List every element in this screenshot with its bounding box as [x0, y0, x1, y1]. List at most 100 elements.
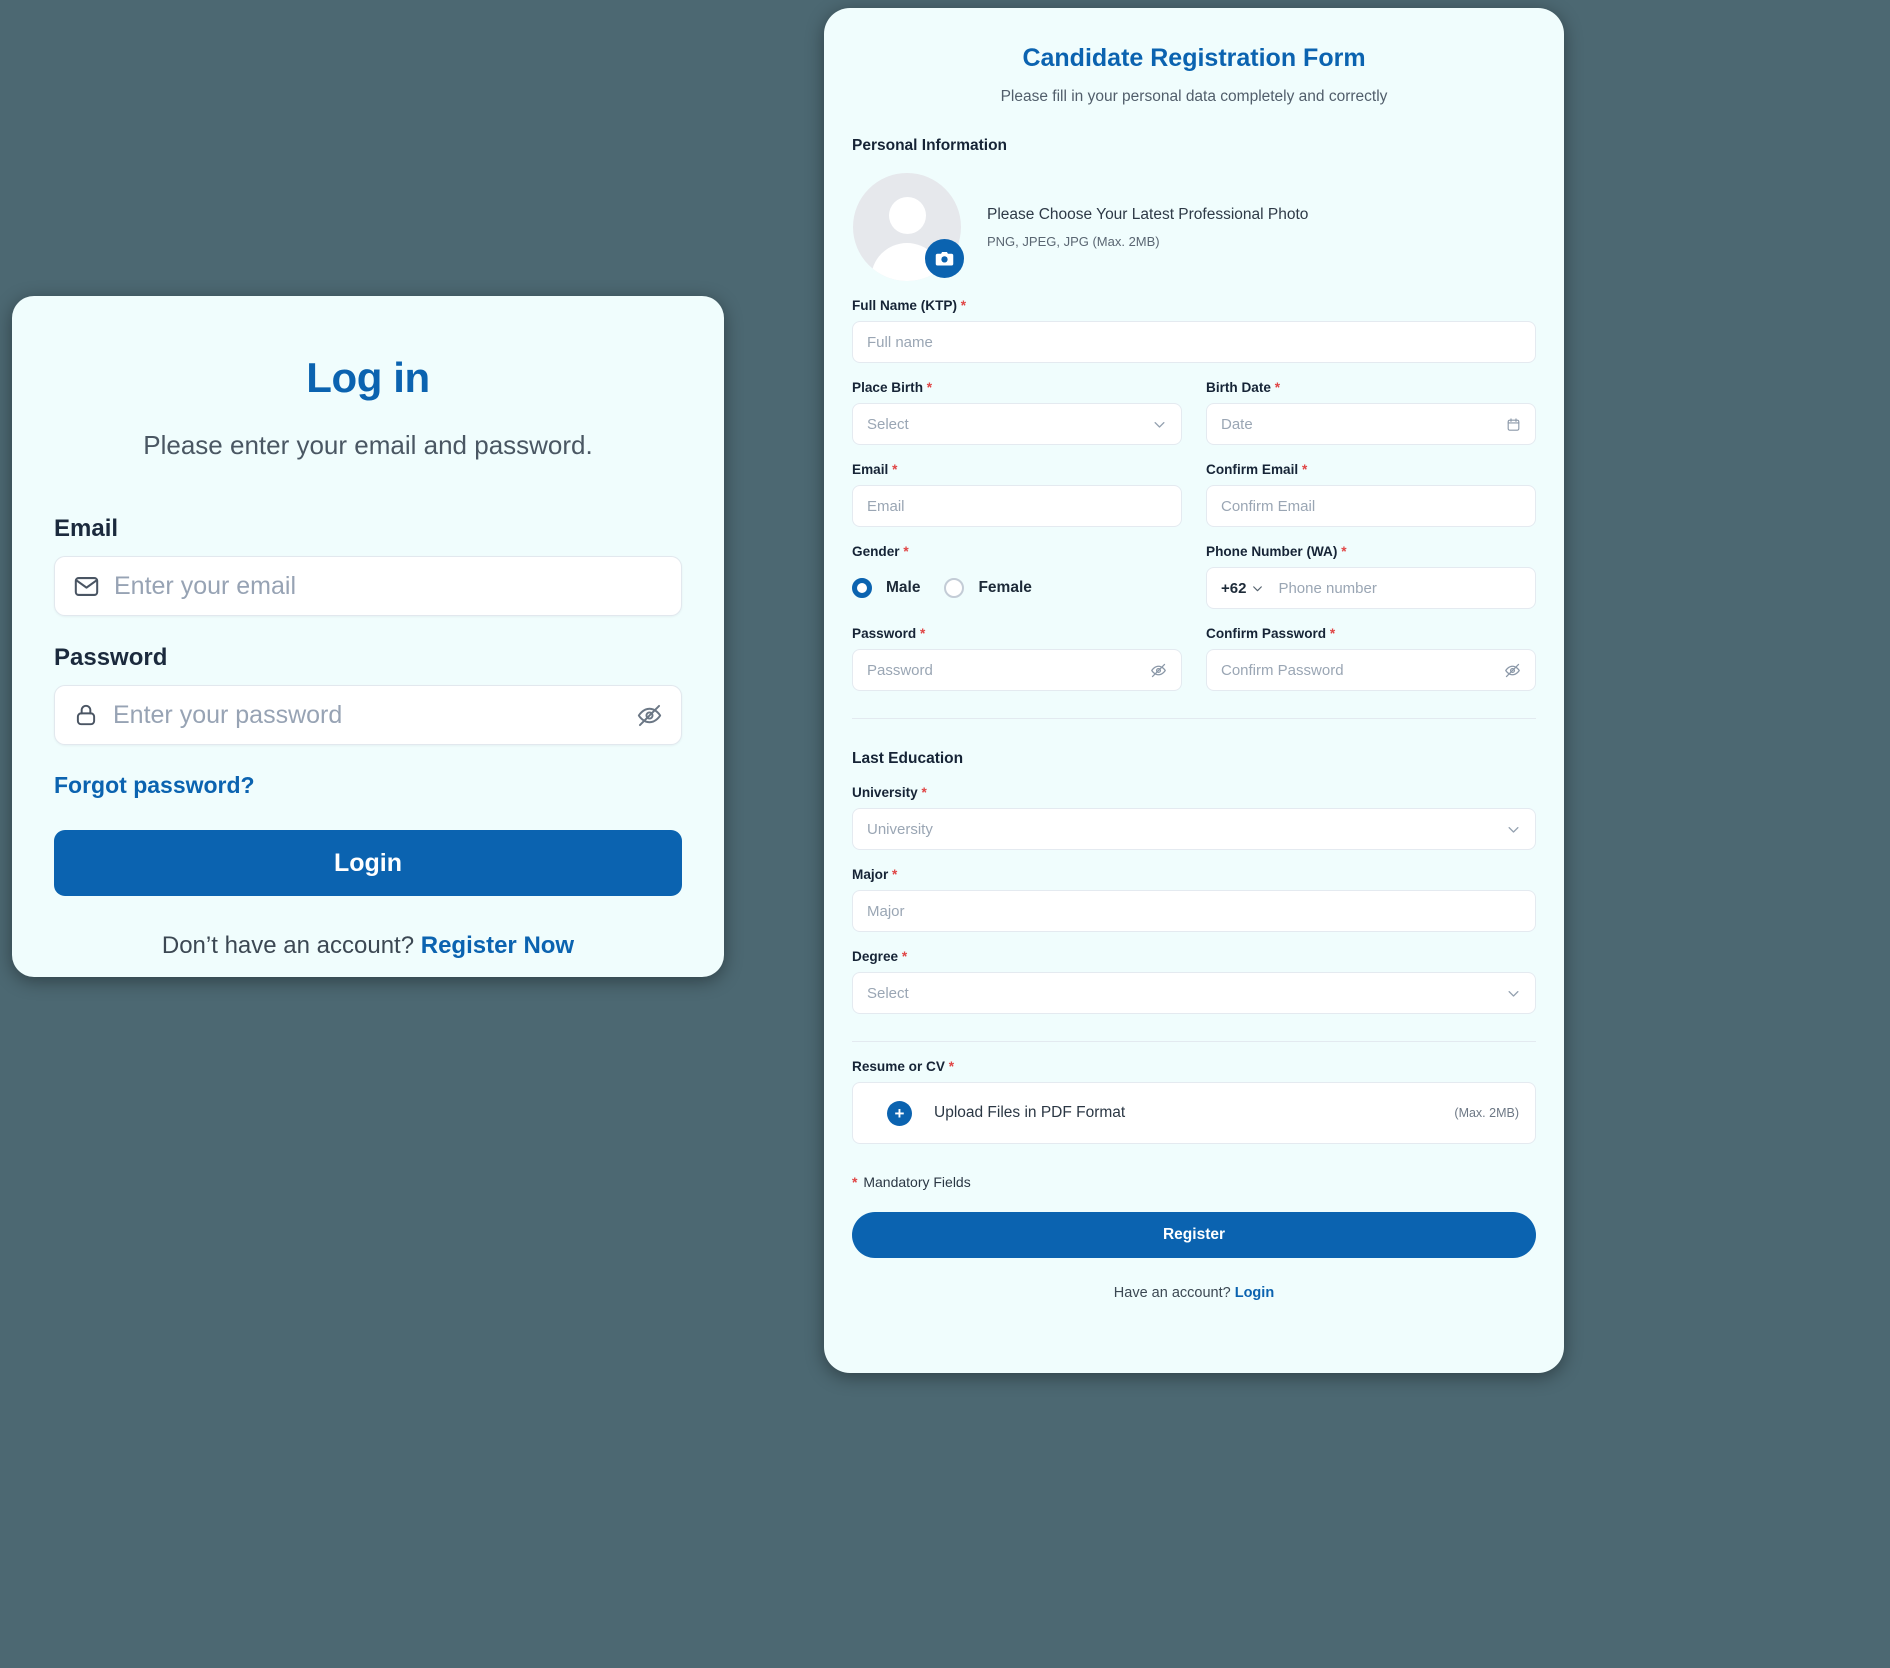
phone-input[interactable]: +62 Phone number: [1206, 567, 1536, 609]
reg-email-label: Email *: [852, 462, 1182, 477]
degree-select[interactable]: Select: [852, 972, 1536, 1014]
birth-date-label-text: Birth Date: [1206, 380, 1271, 395]
password-placeholder: Enter your password: [113, 700, 343, 729]
register-now-link[interactable]: Register Now: [421, 932, 574, 959]
birth-date-input[interactable]: Date: [1206, 403, 1536, 445]
photo-main-text: Please Choose Your Latest Professional P…: [987, 205, 1309, 223]
major-label: Major *: [852, 867, 1536, 882]
confirm-email-label-text: Confirm Email: [1206, 462, 1299, 477]
eye-off-icon[interactable]: [636, 702, 663, 729]
photo-format-text: PNG, JPEG, JPG (Max. 2MB): [987, 233, 1160, 249]
lock-icon: [73, 702, 99, 728]
login-card: Log in Please enter your email and passw…: [12, 296, 724, 977]
required-marker: *: [926, 380, 933, 395]
avatar-upload[interactable]: [853, 173, 964, 281]
required-marker: *: [1301, 462, 1308, 477]
eye-off-icon[interactable]: [1150, 662, 1167, 679]
chevron-down-icon[interactable]: [1506, 822, 1521, 837]
registration-footer-text: Have an account?: [1113, 1285, 1231, 1301]
login-password-group: Password Enter your password: [54, 644, 682, 745]
confirm-email-input[interactable]: Confirm Email: [1206, 485, 1536, 527]
required-marker: *: [1274, 380, 1281, 395]
upload-label: Upload Files in PDF Format: [934, 1104, 1126, 1121]
reg-email-input[interactable]: Email: [852, 485, 1182, 527]
required-marker: *: [892, 867, 898, 882]
university-group: University * University: [852, 785, 1536, 850]
radio-male[interactable]: [852, 578, 872, 598]
required-marker: *: [901, 949, 908, 964]
section-divider-resume: [852, 1041, 1536, 1042]
confirm-password-label-text: Confirm Password: [1206, 626, 1327, 641]
full-name-label: Full Name (KTP) *: [852, 298, 1536, 313]
birth-date-label: Birth Date *: [1206, 380, 1536, 395]
confirm-password-label: Confirm Password *: [1206, 626, 1536, 641]
chevron-down-icon[interactable]: [1152, 417, 1167, 432]
required-marker: *: [903, 544, 909, 559]
birth-date-placeholder: Date: [1221, 415, 1253, 433]
section-personal-information: Personal Information: [852, 137, 1008, 154]
confirm-password-group: Confirm Password * Confirm Password: [1206, 626, 1536, 691]
forgot-password-link[interactable]: Forgot password?: [54, 772, 255, 799]
reg-email-group: Email * Email: [852, 462, 1182, 527]
reg-password-label-text: Password: [852, 626, 917, 641]
password-field[interactable]: Enter your password: [54, 685, 682, 745]
required-marker: *: [921, 785, 927, 800]
email-field[interactable]: Enter your email: [54, 556, 682, 616]
full-name-placeholder: Full name: [867, 333, 933, 351]
required-marker: *: [892, 462, 898, 477]
full-name-group: Full Name (KTP) * Full name: [852, 298, 1536, 363]
reg-password-label: Password *: [852, 626, 1182, 641]
resume-label: Resume or CV *: [852, 1059, 1536, 1074]
login-button[interactable]: Login: [54, 830, 682, 896]
registration-footer: Have an account? Login: [852, 1285, 1536, 1301]
plus-circle-icon[interactable]: +: [887, 1100, 912, 1126]
gender-label: Gender *: [852, 544, 1182, 559]
gender-label-text: Gender: [852, 544, 900, 559]
section-divider-education: [852, 718, 1536, 719]
phone-label: Phone Number (WA) *: [1206, 544, 1536, 559]
login-link[interactable]: Login: [1235, 1285, 1274, 1301]
required-marker: *: [948, 1059, 954, 1074]
reg-email-placeholder: Email: [867, 497, 905, 515]
resume-upload-box[interactable]: + Upload Files in PDF Format (Max. 2MB): [852, 1082, 1536, 1144]
major-group: Major * Major: [852, 867, 1536, 932]
registration-title: Candidate Registration Form: [1022, 44, 1366, 72]
gender-group: Gender * Male Female: [852, 544, 1182, 609]
country-code-value: +62: [1221, 579, 1247, 597]
confirm-email-placeholder: Confirm Email: [1221, 497, 1316, 515]
country-code-select[interactable]: +62: [1221, 580, 1264, 597]
place-birth-label-text: Place Birth: [852, 380, 924, 395]
photo-upload-row: Please Choose Your Latest Professional P…: [852, 173, 1536, 281]
university-label-text: University: [852, 785, 918, 800]
full-name-input[interactable]: Full name: [852, 321, 1536, 363]
place-birth-group: Place Birth * Select: [852, 380, 1182, 445]
confirm-password-input[interactable]: Confirm Password: [1206, 649, 1536, 691]
gender-phone-row: Gender * Male Female Phone Number (WA) *…: [852, 544, 1536, 609]
calendar-icon[interactable]: [1506, 417, 1521, 432]
reg-password-group: Password * Password: [852, 626, 1182, 691]
chevron-down-icon[interactable]: [1506, 986, 1521, 1001]
birth-date-group: Birth Date * Date: [1206, 380, 1536, 445]
camera-icon[interactable]: [925, 239, 964, 278]
confirm-email-group: Confirm Email * Confirm Email: [1206, 462, 1536, 527]
login-title: Log in: [306, 354, 430, 401]
degree-placeholder: Select: [867, 984, 909, 1002]
radio-female[interactable]: [944, 578, 965, 598]
degree-group: Degree * Select: [852, 949, 1536, 1014]
required-marker: *: [852, 1174, 858, 1190]
login-footer-text: Don’t have an account?: [161, 932, 415, 959]
login-subtitle: Please enter your email and password.: [143, 430, 593, 460]
birth-row: Place Birth * Select Birth Date * Date: [852, 380, 1536, 445]
degree-label-text: Degree: [852, 949, 899, 964]
major-input[interactable]: Major: [852, 890, 1536, 932]
register-button[interactable]: Register: [852, 1212, 1536, 1258]
reg-password-input[interactable]: Password: [852, 649, 1182, 691]
required-marker: *: [1341, 544, 1347, 559]
university-select[interactable]: University: [852, 808, 1536, 850]
reg-password-placeholder: Password: [867, 661, 933, 679]
eye-off-icon[interactable]: [1504, 662, 1521, 679]
place-birth-select[interactable]: Select: [852, 403, 1182, 445]
photo-instructions: Please Choose Your Latest Professional P…: [987, 206, 1308, 249]
degree-label: Degree *: [852, 949, 1536, 964]
phone-placeholder: Phone number: [1278, 579, 1377, 597]
